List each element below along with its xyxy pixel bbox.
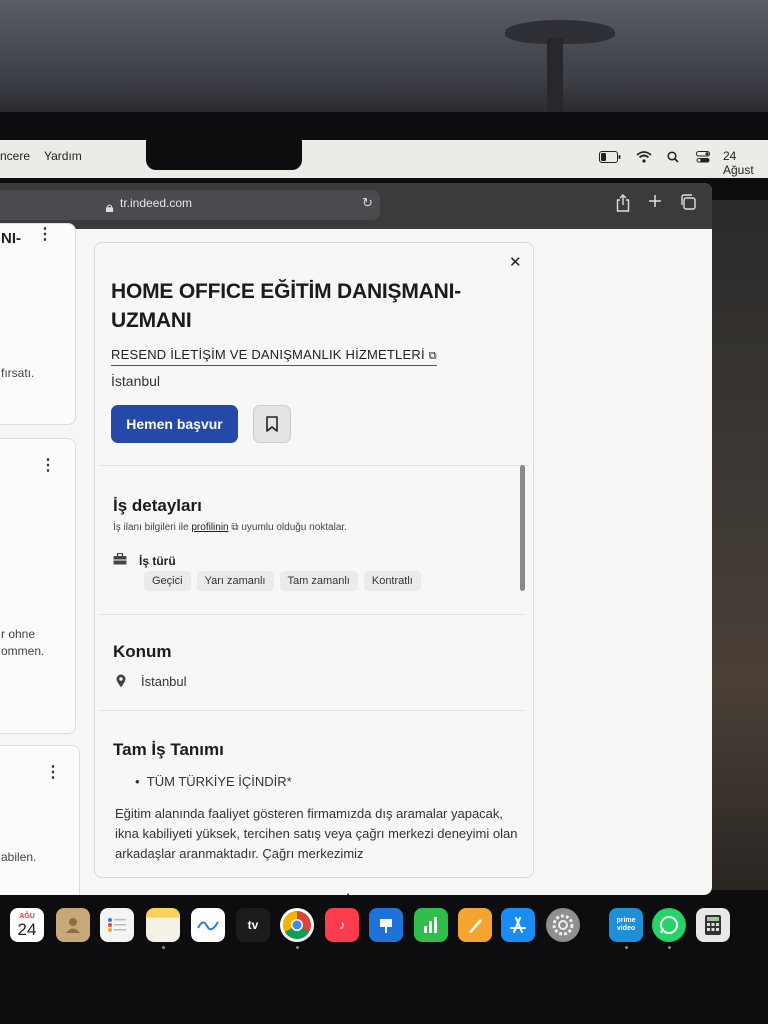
pages-app-icon[interactable] [458, 908, 492, 942]
reminders-app-icon[interactable] [100, 908, 134, 942]
job-card-title: NI- [1, 230, 21, 247]
macos-menubar: ncere Yardım 24 Ağust [0, 140, 768, 178]
menubar-date[interactable]: 24 Ağust [723, 149, 768, 177]
chrome-app-icon[interactable] [280, 908, 314, 942]
scrollbar[interactable] [520, 465, 525, 591]
whatsapp-app-icon[interactable] [652, 908, 686, 942]
bullet-text: TÜM TÜRKİYE İÇİNDİR* [146, 774, 292, 789]
dock-running-indicator [162, 946, 165, 949]
prime-video-label: prime video [616, 917, 636, 932]
location-heading: Konum [113, 642, 172, 661]
job-type-tag: Yarı zamanlı [196, 571, 274, 591]
system-settings-icon[interactable] [546, 908, 580, 942]
job-details-subtitle: İş ilanı bilgileri ile profilinin ⧉ uyum… [113, 522, 347, 533]
job-card-snippet: fırsatı. [1, 366, 35, 380]
dock-running-indicator [668, 946, 671, 949]
bookmark-icon [266, 416, 278, 432]
subtitle-prefix: İş ilanı bilgileri ile [113, 522, 189, 533]
background-lamp [505, 20, 615, 128]
url-text: tr.indeed.com [120, 196, 193, 210]
location-value: İstanbul [141, 674, 187, 689]
prime-video-app-icon[interactable]: prime video [609, 908, 643, 942]
mouse-cursor-icon [346, 891, 351, 895]
menu-item-window[interactable]: ncere [0, 149, 30, 163]
company-link[interactable]: RESEND İLETİŞİM VE DANIŞMANLIK HİZMETLER… [111, 347, 437, 366]
dock-running-indicator [625, 946, 628, 949]
apple-tv-label: tv [247, 918, 259, 932]
desktop-wallpaper [712, 200, 768, 890]
calculator-app-icon[interactable] [696, 908, 730, 942]
apple-tv-app-icon[interactable]: tv [236, 908, 270, 942]
subtitle-suffix: uyumlu olduğu noktalar. [241, 522, 347, 533]
share-icon[interactable] [616, 194, 630, 217]
job-card[interactable]: NI- ⋮ fırsatı. [0, 223, 76, 425]
menu-item-help[interactable]: Yardım [44, 149, 82, 163]
section-divider [99, 614, 525, 615]
job-details-heading: İş detayları [113, 496, 202, 515]
job-type-tag: Geçici [144, 571, 191, 591]
freeform-app-icon[interactable] [191, 908, 225, 942]
save-job-button[interactable] [253, 405, 291, 443]
job-card[interactable]: ⋮ r ohne ommen. [0, 438, 76, 734]
job-card-snippet: r ohne [1, 627, 36, 641]
battery-icon[interactable] [599, 151, 621, 166]
browser-toolbar: tr.indeed.com ↻ [0, 183, 712, 229]
camera-notch [146, 130, 302, 170]
briefcase-icon [113, 552, 127, 570]
calendar-day: 24 [17, 919, 37, 939]
job-card-snippet: ommen. [1, 644, 45, 658]
job-title: HOME OFFICE EĞİTİM DANIŞMANI-UZMANI [111, 280, 462, 332]
spotlight-search-icon[interactable] [667, 151, 679, 166]
job-card[interactable]: ⋮ abilen. [0, 745, 80, 895]
dock-running-indicator [296, 946, 299, 949]
numbers-app-icon[interactable] [414, 908, 448, 942]
profile-link[interactable]: profilinin [191, 522, 228, 533]
control-center-icon[interactable] [696, 151, 710, 166]
safari-window: tr.indeed.com ↻ NI- ⋮ fırsatı. ⋮ r ohne … [0, 183, 712, 895]
close-icon[interactable]: ✕ [509, 253, 522, 271]
new-tab-icon[interactable] [648, 194, 662, 213]
app-store-icon[interactable] [501, 908, 535, 942]
music-app-icon[interactable]: ♪ [325, 908, 359, 942]
keynote-app-icon[interactable] [369, 908, 403, 942]
more-options-icon[interactable]: ⋮ [37, 224, 53, 244]
contacts-app-icon[interactable] [56, 908, 90, 942]
more-options-icon[interactable]: ⋮ [45, 762, 61, 782]
company-name: RESEND İLETİŞİM VE DANIŞMANLIK HİZMETLER… [111, 347, 425, 362]
macos-dock: AĞU 24 tv ♪ prime video [0, 898, 768, 954]
section-divider [99, 710, 525, 711]
external-link-icon: ⧉ [428, 350, 437, 362]
job-type-tag: Kontratlı [363, 571, 421, 591]
job-location: İstanbul [111, 373, 161, 389]
description-text: Eğitim alanında faaliyet gösteren firmam… [115, 806, 518, 861]
description-bullet: • TÜM TÜRKİYE İÇİNDİR* [135, 774, 292, 789]
more-options-icon[interactable]: ⋮ [40, 455, 56, 475]
wifi-icon[interactable] [636, 151, 652, 166]
job-type-tag: Tam zamanlı [279, 571, 358, 591]
address-bar[interactable]: tr.indeed.com ↻ [0, 190, 380, 220]
calendar-app-icon[interactable]: AĞU 24 [10, 908, 44, 942]
description-heading: Tam İş Tanımı [113, 740, 224, 759]
external-link-icon: ⧉ [228, 522, 242, 533]
job-detail-scroll-area[interactable]: İş detayları İş ilanı bilgileri ile prof… [99, 465, 529, 877]
job-type-label: İş türü [139, 554, 176, 568]
background-wall [0, 0, 768, 120]
job-type-tags: Geçici Yarı zamanlı Tam zamanlı Kontratl… [144, 571, 421, 591]
lock-icon [105, 204, 114, 212]
job-card-snippet: abilen. [1, 850, 37, 864]
location-pin-icon [116, 674, 126, 693]
tab-overview-icon[interactable] [680, 194, 696, 215]
job-detail-panel: ✕ HOME OFFICE EĞİTİM DANIŞMANI-UZMANI RE… [94, 242, 534, 878]
apply-now-button[interactable]: Hemen başvur [111, 405, 238, 443]
notes-app-icon[interactable] [146, 908, 180, 942]
reload-icon[interactable]: ↻ [362, 195, 373, 211]
